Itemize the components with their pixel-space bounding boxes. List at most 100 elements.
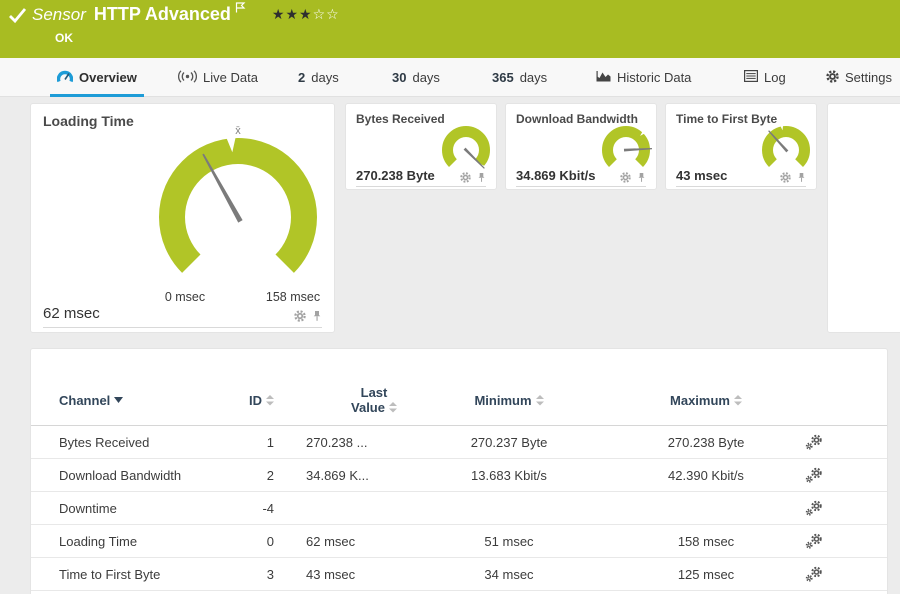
tab-settings-label: Settings	[845, 70, 892, 85]
loading-time-gauge: x̄ 0 msec 158 msec	[159, 125, 320, 304]
minimum-value: 51 msec	[484, 533, 534, 549]
tab-2-days[interactable]: 2 days	[298, 58, 339, 97]
current-value: 62 msec	[43, 305, 100, 322]
channel-name[interactable]: Downtime	[59, 501, 229, 516]
pin-icon[interactable]	[312, 310, 322, 322]
historic-chart-icon	[596, 70, 611, 85]
tab-2-days-label: days	[311, 70, 339, 85]
pin-icon[interactable]	[477, 172, 486, 183]
panel-bytes-received: Bytes Received 270.238 Byte	[345, 103, 497, 190]
current-value: 270.238 Byte	[356, 168, 435, 183]
tab-log[interactable]: Log	[744, 58, 786, 97]
tab-30-days-label: days	[412, 70, 440, 85]
stars-filled[interactable]: ★★★	[272, 6, 313, 22]
tab-365-days-number: 365	[492, 70, 514, 85]
table-row[interactable]: Bytes Received 1 270.238 ... 270.237 Byt…	[31, 426, 887, 459]
sensor-type-label: Sensor	[32, 5, 86, 24]
channel-id: 1	[266, 434, 274, 450]
panel-title: Loading Time	[43, 113, 134, 129]
maximum-value: 158 msec	[677, 533, 735, 549]
channel-gear-icon[interactable]	[460, 172, 471, 183]
channel-settings-gears-icon[interactable]	[805, 467, 823, 484]
current-value: 43 msec	[676, 168, 728, 183]
sort-icon	[535, 394, 544, 405]
tab-live-data[interactable]: Live Data	[177, 58, 258, 97]
tab-historic-data[interactable]: Historic Data	[596, 58, 691, 97]
last-value: 62 msec	[306, 533, 356, 549]
minimum-value: 270.237 Byte	[470, 434, 548, 450]
channel-id: -4	[262, 500, 274, 516]
column-header-last-value[interactable]: Last Value	[274, 385, 454, 415]
sort-desc-icon	[114, 397, 124, 403]
sensor-header: Sensor HTTP Advanced ★★★☆☆ OK	[0, 0, 900, 58]
ok-check-icon	[8, 7, 27, 29]
column-header-minimum[interactable]: Minimum	[454, 393, 564, 408]
channel-settings-gears-icon[interactable]	[805, 566, 823, 583]
sort-icon	[388, 402, 397, 413]
panel-loading-time: Loading Time x̄ 0 msec 158 msec 62 msec	[30, 103, 335, 333]
priority-flag-icon[interactable]	[235, 0, 246, 18]
channel-name[interactable]: Download Bandwidth	[59, 468, 229, 483]
partial-panel	[827, 103, 900, 333]
channel-name[interactable]: Bytes Received	[59, 435, 229, 450]
sort-icon	[266, 394, 274, 405]
tab-log-label: Log	[764, 70, 786, 85]
tab-2-days-number: 2	[298, 70, 306, 85]
channel-settings-gears-icon[interactable]	[805, 500, 823, 517]
channel-name[interactable]: Time to First Byte	[59, 567, 229, 582]
channel-table-panel: Channel ID Last Value Minimum Maximum By…	[30, 348, 888, 594]
column-header-channel[interactable]: Channel	[59, 393, 229, 408]
sort-icon	[733, 394, 742, 405]
channel-id: 0	[266, 533, 274, 549]
pin-icon[interactable]	[637, 172, 646, 183]
svg-text:x̄: x̄	[235, 125, 241, 137]
minimum-value: 13.683 Kbit/s	[471, 467, 547, 483]
tab-bar: Overview Live Data 2 days 30 days 365 da…	[0, 58, 900, 97]
tab-30-days[interactable]: 30 days	[392, 58, 440, 97]
table-row[interactable]: Download Bandwidth 2 34.869 K... 13.683 …	[31, 459, 887, 492]
live-data-icon	[177, 69, 198, 86]
sensor-name: HTTP Advanced	[93, 4, 231, 24]
tab-30-days-number: 30	[392, 70, 407, 85]
panel-download-bandwidth: Download Bandwidth 34.869 Kbit/s	[505, 103, 657, 190]
table-row[interactable]: Downtime -4	[31, 492, 887, 525]
stars-empty[interactable]: ☆☆	[313, 6, 340, 22]
status-badge: OK	[55, 31, 73, 45]
tab-live-data-label: Live Data	[203, 70, 258, 85]
channel-settings-gears-icon[interactable]	[805, 434, 823, 451]
tab-365-days-label: days	[519, 70, 548, 85]
table-row[interactable]: Time to First Byte 3 43 msec 34 msec 125…	[31, 558, 887, 591]
maximum-value: 125 msec	[677, 566, 735, 582]
channel-id: 2	[266, 467, 274, 483]
pin-icon[interactable]	[797, 172, 806, 183]
log-list-icon	[744, 70, 759, 85]
table-row[interactable]: Loading Time 0 62 msec 51 msec 158 msec	[31, 525, 887, 558]
panel-title: Bytes Received	[356, 112, 445, 126]
column-header-id[interactable]: ID	[229, 393, 274, 408]
last-value: 34.869 K...	[306, 467, 369, 483]
tab-overview-label: Overview	[79, 70, 137, 85]
column-header-maximum[interactable]: Maximum	[651, 393, 761, 408]
maximum-value: 270.238 Byte	[667, 434, 745, 450]
channel-gear-icon[interactable]	[294, 310, 306, 322]
priority-stars[interactable]: ★★★☆☆	[272, 6, 340, 23]
table-header-row: Channel ID Last Value Minimum Maximum	[31, 385, 887, 426]
gauge-max-label: 158 msec	[266, 290, 320, 304]
gauge-icon	[56, 70, 74, 86]
channel-settings-gears-icon[interactable]	[805, 533, 823, 550]
channel-name[interactable]: Loading Time	[59, 534, 229, 549]
minimum-value: 34 msec	[484, 566, 534, 582]
tab-overview[interactable]: Overview	[50, 58, 144, 97]
gauge-min-label: 0 msec	[165, 290, 205, 304]
last-value: 43 msec	[306, 566, 356, 582]
channel-gear-icon[interactable]	[620, 172, 631, 183]
last-value: 270.238 ...	[306, 434, 368, 450]
channel-gear-icon[interactable]	[780, 172, 791, 183]
tab-historic-data-label: Historic Data	[617, 70, 692, 85]
tab-365-days[interactable]: 365 days	[492, 58, 547, 97]
panel-time-to-first-byte: Time to First Byte 43 msec	[665, 103, 817, 190]
channel-id: 3	[266, 566, 274, 582]
current-value: 34.869 Kbit/s	[516, 168, 596, 183]
maximum-value: 42.390 Kbit/s	[668, 467, 744, 483]
tab-settings[interactable]: Settings	[826, 58, 892, 97]
